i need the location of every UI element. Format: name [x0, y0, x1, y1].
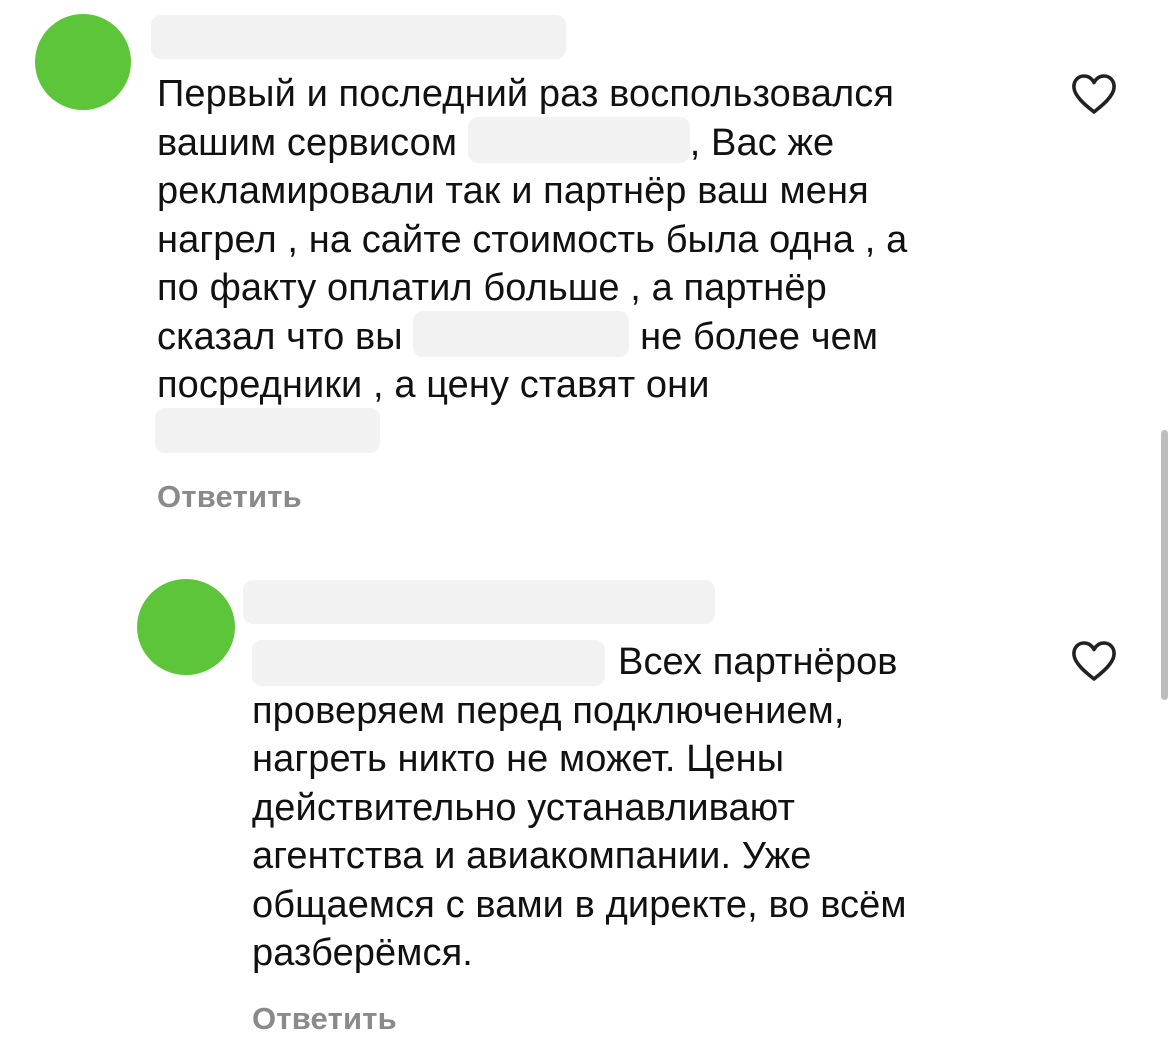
comment-line: Первый и последний раз воспользовался	[157, 73, 895, 115]
comment-line: разберёмся.	[252, 932, 473, 974]
redacted-text	[155, 408, 380, 453]
comment-line: действительно устанавливают	[252, 786, 796, 829]
comment-line: посредники , а цену ставят они	[157, 364, 710, 406]
comment-line: рекламировали так и партнёр ваш меня	[157, 170, 869, 212]
heart-outline-icon[interactable]	[1070, 639, 1118, 683]
redacted-text	[413, 311, 630, 358]
comment-line: нагреть никто не может. Цены	[252, 738, 785, 780]
comment-line: общаемся с вами в директе, во всём	[252, 883, 907, 926]
username-redacted[interactable]	[151, 15, 566, 59]
comment-line: нагрел , на сайте стоимость была одна , …	[157, 218, 908, 261]
comment-text: Первый и последний раз воспользовался ва…	[157, 70, 907, 410]
scrollbar[interactable]	[1161, 430, 1168, 700]
comment-text: Всех партнёров проверяем перед подключен…	[252, 638, 907, 978]
heart-outline-icon[interactable]	[1070, 72, 1118, 116]
comment-line: по факту оплатил больше , а партнёр	[157, 267, 827, 309]
avatar[interactable]	[35, 14, 131, 110]
comment-line: Всех партнёров	[618, 641, 898, 683]
username-redacted[interactable]	[243, 580, 715, 624]
comment-line: агентства и авиакомпании. Уже	[252, 835, 812, 877]
avatar[interactable]	[137, 579, 235, 675]
comment-line: вашим сервисом , Вас же	[157, 117, 907, 168]
reply-button[interactable]: Ответить	[252, 1001, 397, 1037]
redacted-text	[467, 117, 690, 164]
comment-line: проверяем перед подключением,	[252, 689, 845, 732]
comment-line: сказал что вы не более чем	[157, 311, 907, 362]
reply-button[interactable]: Ответить	[157, 479, 302, 515]
